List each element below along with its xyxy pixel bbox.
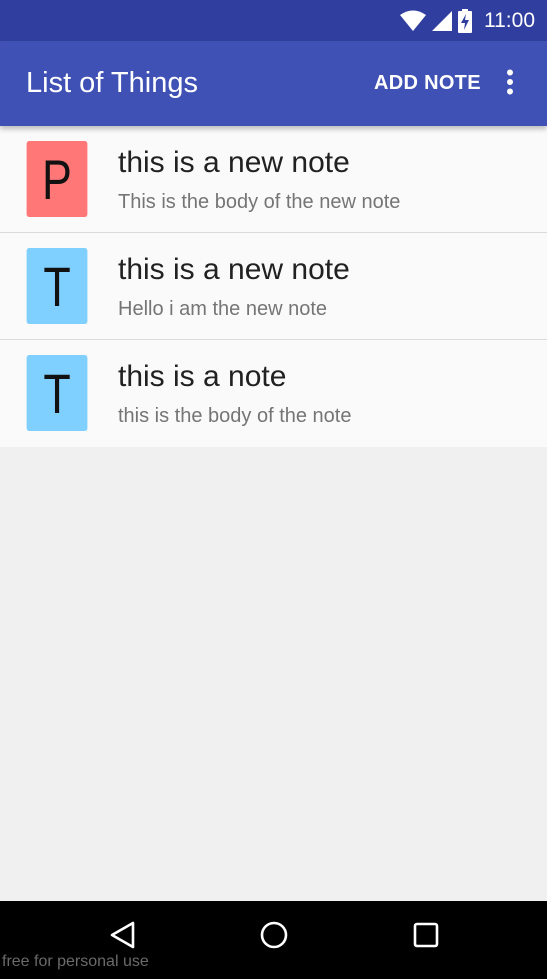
note-item[interactable]: T this is a note this is the body of the… bbox=[0, 340, 547, 447]
app-screen: 11:00 List of Things ADD NOTE P this is … bbox=[0, 0, 547, 979]
recents-button[interactable] bbox=[401, 915, 451, 959]
cell-signal-icon bbox=[432, 10, 452, 31]
note-avatar: T bbox=[26, 355, 88, 431]
note-avatar: T bbox=[26, 248, 88, 324]
wifi-icon bbox=[400, 10, 426, 32]
note-title: this is a new note bbox=[118, 253, 350, 286]
avatar-letter: T bbox=[43, 361, 71, 425]
home-icon bbox=[259, 920, 289, 955]
battery-charging-icon bbox=[458, 8, 472, 33]
avatar-letter: T bbox=[43, 254, 71, 318]
note-body: This is the body of the new note bbox=[118, 191, 401, 213]
status-time: 11:00 bbox=[484, 8, 535, 32]
note-list: P this is a new note This is the body of… bbox=[0, 126, 547, 447]
home-button[interactable] bbox=[249, 915, 299, 959]
note-item[interactable]: P this is a new note This is the body of… bbox=[0, 126, 547, 233]
note-title: this is a new note bbox=[118, 146, 350, 179]
note-body: Hello i am the new note bbox=[118, 298, 328, 320]
status-bar: 11:00 bbox=[0, 0, 547, 41]
note-avatar: P bbox=[26, 141, 88, 217]
note-title: this is a note bbox=[118, 360, 287, 393]
window-edge bbox=[547, 0, 556, 979]
note-item[interactable]: T this is a new note Hello i am the new … bbox=[0, 233, 547, 340]
avatar-letter: P bbox=[42, 147, 72, 211]
app-bar: List of Things ADD NOTE bbox=[0, 41, 547, 126]
back-icon bbox=[109, 921, 137, 954]
app-title: List of Things bbox=[26, 67, 198, 99]
note-body: this is the body of the note bbox=[118, 405, 352, 427]
overflow-menu-button[interactable] bbox=[494, 62, 526, 106]
more-vert-icon bbox=[506, 69, 514, 100]
add-note-button[interactable]: ADD NOTE bbox=[362, 41, 493, 126]
watermark-text: free for personal use bbox=[2, 953, 149, 970]
status-icons: 11:00 bbox=[400, 0, 535, 41]
recents-icon bbox=[412, 921, 440, 954]
